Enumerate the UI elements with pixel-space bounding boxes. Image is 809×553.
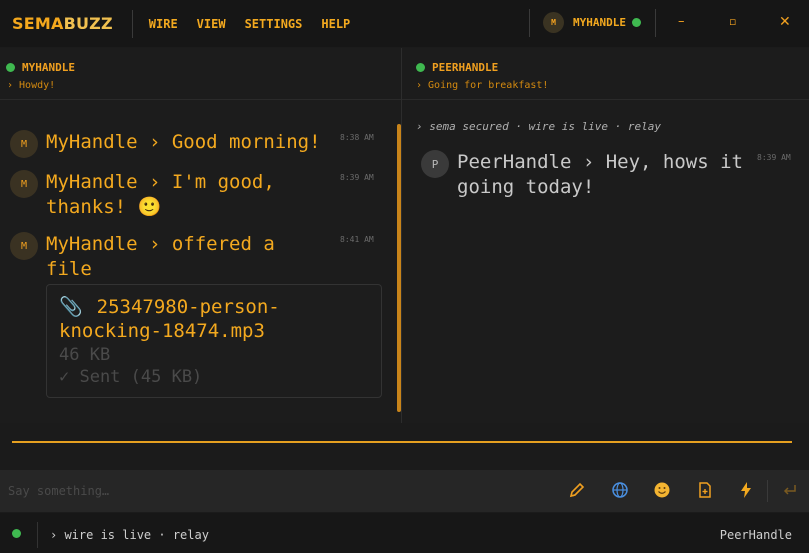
minimize-button[interactable]: – — [678, 14, 685, 29]
right-pane-header: PEERHANDLE — [416, 61, 498, 74]
right-header-divider — [402, 99, 809, 100]
menu-help[interactable]: HELP — [321, 17, 350, 31]
menu-view[interactable]: VIEW — [197, 17, 226, 31]
left-pane-status: › Howdy! — [7, 80, 56, 91]
status-bar: › wire is live · relay PeerHandle — [0, 513, 809, 553]
menu-wire[interactable]: WIRE — [149, 17, 178, 31]
file-status: ✓ Sent (45 KB) — [59, 367, 203, 387]
message-3: M MyHandle › offered a file — [10, 232, 310, 282]
title-bar: SEMABUZZ WIRE VIEW SETTINGS HELP — [0, 0, 809, 47]
paperclip-icon: 📎 — [59, 296, 83, 318]
message-timestamp: 8:38 AM — [340, 133, 374, 142]
composer-bar: Say something… — [0, 470, 809, 512]
file-name: 📎 25347980-person-knocking-18474.mp3 — [59, 296, 280, 342]
avatar: M — [10, 170, 38, 198]
title-separator — [131, 9, 133, 38]
status-separator — [37, 522, 38, 548]
file-size: 46 KB — [59, 345, 111, 365]
active-peer[interactable]: PeerHandle — [720, 528, 792, 542]
user-chip[interactable]: M MYHANDLE — [543, 12, 641, 33]
app-logo: SEMABUZZ — [12, 14, 113, 33]
online-indicator — [416, 63, 425, 72]
menu-bar: WIRE VIEW SETTINGS HELP — [149, 17, 370, 31]
file-card[interactable]: 📎 25347980-person-knocking-18474.mp3 46 K… — [46, 284, 382, 398]
avatar: M — [543, 12, 564, 33]
message-timestamp: 8:39 AM — [340, 173, 374, 182]
connection-indicator — [12, 529, 21, 538]
message-text: MyHandle › offered a file — [46, 233, 275, 280]
message-text: MyHandle › I'm good, thanks! 🙂 — [46, 171, 275, 218]
message-timestamp: 8:41 AM — [340, 235, 374, 244]
left-pane-name: MYHANDLE — [22, 61, 75, 74]
maximize-button[interactable]: ▫ — [729, 15, 736, 28]
user-name: MYHANDLE — [573, 16, 626, 29]
message-text: MyHandle › Good morning! — [46, 131, 321, 153]
message-2: M MyHandle › I'm good, thanks! 🙂 — [10, 170, 310, 220]
window-controls-separator — [655, 9, 656, 37]
online-indicator — [6, 63, 15, 72]
menu-settings[interactable]: SETTINGS — [245, 17, 303, 31]
accent-divider — [12, 441, 792, 443]
send-icon[interactable] — [779, 479, 801, 501]
system-message: › sema secured · wire is live · relay — [416, 120, 662, 133]
peer-message-1: P PeerHandle › Hey, hows it going today! — [421, 150, 751, 200]
message-timestamp: 8:39 AM — [757, 153, 791, 162]
message-input[interactable]: Say something… — [8, 484, 109, 498]
right-chat-pane — [402, 48, 809, 423]
right-pane-name: PEERHANDLE — [432, 61, 499, 74]
close-button[interactable]: ✕ — [779, 14, 791, 30]
online-indicator — [631, 18, 641, 27]
left-header-divider — [0, 99, 401, 100]
scrollbar-thumb[interactable] — [397, 124, 401, 412]
message-1: M MyHandle › Good morning! — [10, 130, 321, 158]
bolt-icon[interactable] — [735, 479, 757, 501]
avatar: P — [421, 150, 449, 178]
toolbar-separator — [767, 480, 768, 502]
avatar: M — [10, 130, 38, 158]
left-pane-header: MYHANDLE — [6, 61, 75, 74]
globe-icon[interactable] — [609, 479, 631, 501]
pencil-icon[interactable] — [566, 479, 588, 501]
avatar: M — [10, 232, 38, 260]
message-text: PeerHandle › Hey, hows it going today! — [457, 151, 743, 198]
right-pane-status: › Going for breakfast! — [416, 80, 549, 91]
title-separator-right — [529, 9, 530, 37]
emoji-icon[interactable] — [651, 479, 673, 501]
connection-status: › wire is live · relay — [50, 528, 209, 542]
file-icon[interactable] — [694, 479, 716, 501]
